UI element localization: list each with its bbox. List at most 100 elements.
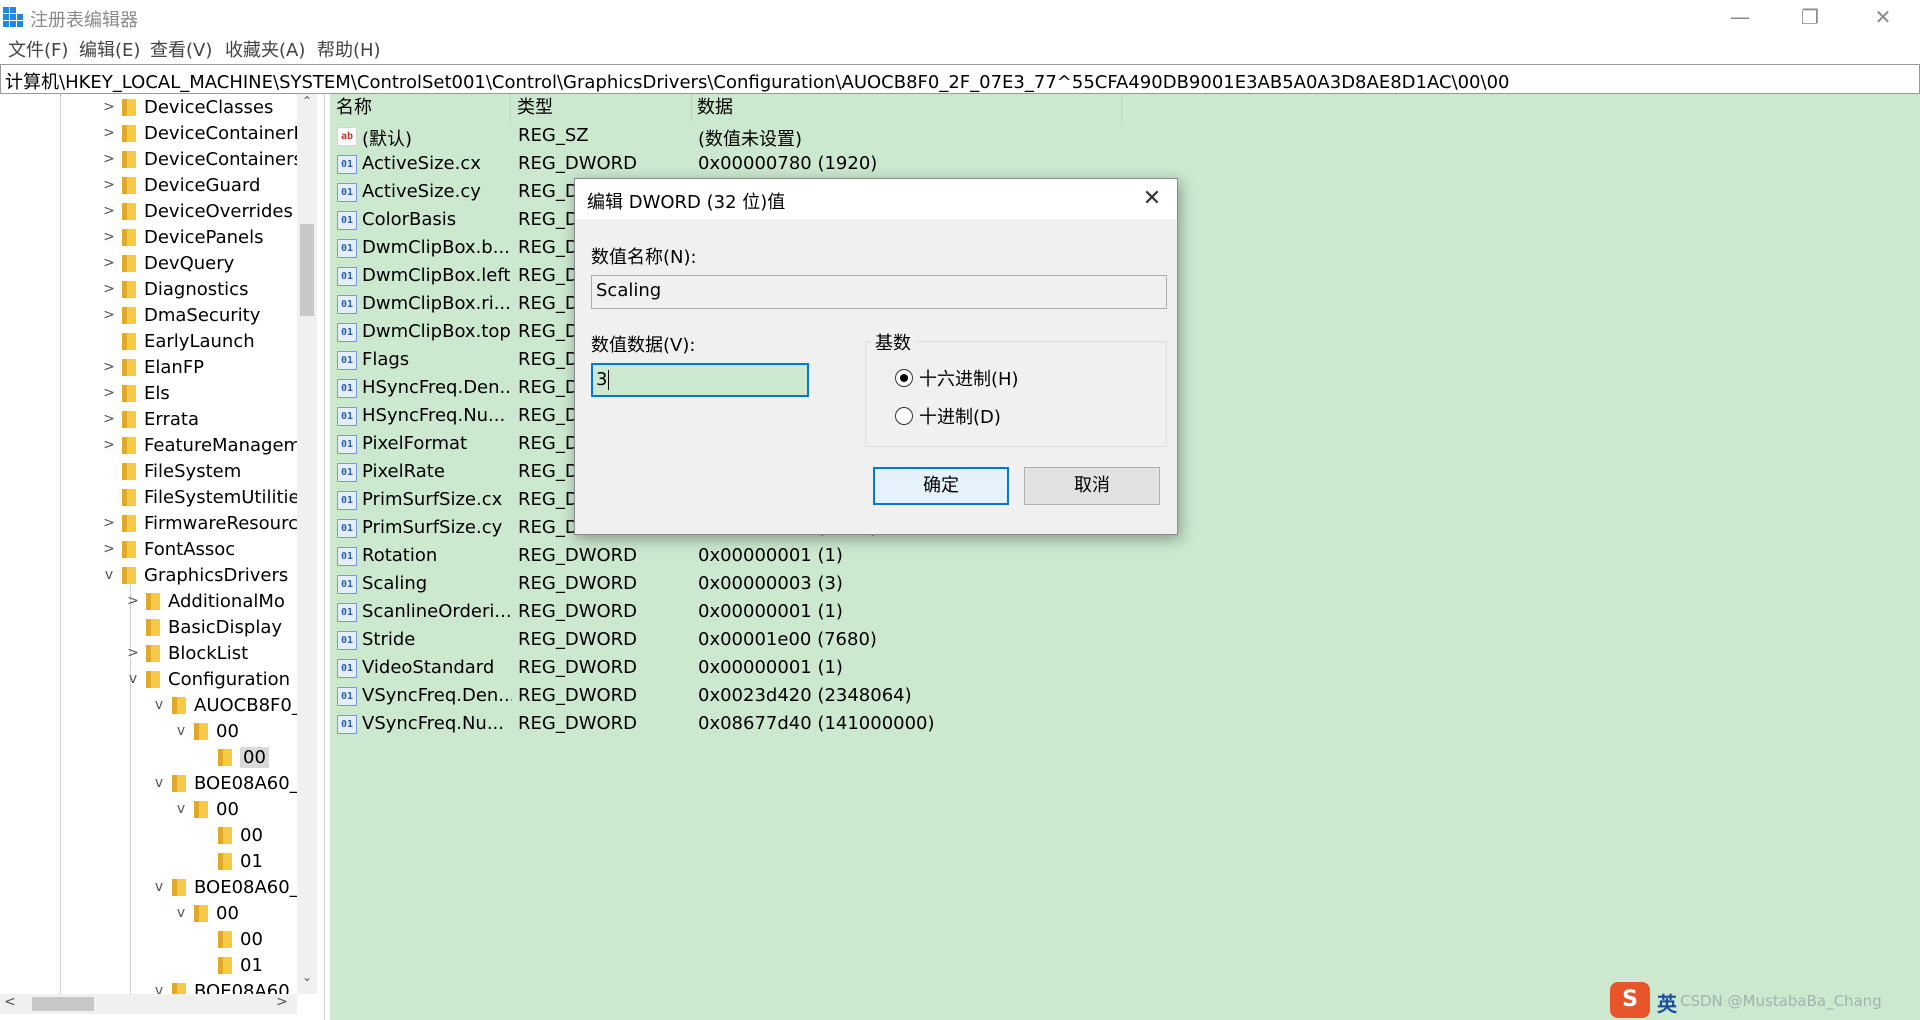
chevron-right-icon[interactable]: > xyxy=(100,99,118,115)
chevron-down-icon[interactable]: v xyxy=(150,879,168,895)
tree-vertical-scrollbar[interactable]: ⌃ ⌄ xyxy=(297,94,317,994)
value-row[interactable]: 01 ActiveSize.cx REG_DWORD 0x00000780 (1920… xyxy=(330,150,1920,178)
tree-item[interactable]: > FirmwareResourc xyxy=(100,510,298,536)
tree-item[interactable]: > DeviceClasses xyxy=(100,94,273,120)
value-row[interactable]: 01 VSyncFreq.Nu... REG_DWORD 0x08677d40 (14… xyxy=(330,710,1920,738)
ime-language-indicator[interactable]: 英 xyxy=(1657,988,1677,1017)
chevron-right-icon[interactable]: > xyxy=(100,515,118,531)
scroll-right-icon[interactable]: > xyxy=(272,994,292,1014)
chevron-right-icon[interactable]: > xyxy=(100,437,118,453)
tree-item[interactable]: > AdditionalMo xyxy=(124,588,285,614)
tree-item[interactable]: BasicDisplay xyxy=(124,614,282,640)
value-row[interactable]: ab (默认) REG_SZ (数值未设置) xyxy=(330,122,1920,150)
tree-item[interactable]: 00 xyxy=(196,822,263,848)
tree-item[interactable]: v 00 xyxy=(172,900,239,926)
menu-bar: 文件(F) 编辑(E) 查看(V) 收藏夹(A) 帮助(H) xyxy=(0,36,1920,64)
tree-item[interactable]: v BOE08A60_ xyxy=(150,770,299,796)
minimize-button[interactable]: — xyxy=(1705,0,1775,34)
chevron-right-icon[interactable]: > xyxy=(124,645,142,661)
tree-horizontal-scrollbar[interactable]: < > xyxy=(0,994,297,1014)
tree-item[interactable]: FileSystem xyxy=(100,458,241,484)
tree-item[interactable]: v BOE08A60_ xyxy=(150,874,299,900)
chevron-right-icon[interactable]: > xyxy=(100,281,118,297)
tree-item[interactable]: > DeviceContainers xyxy=(100,146,303,172)
tree-item[interactable]: > FontAssoc xyxy=(100,536,235,562)
close-window-button[interactable]: ✕ xyxy=(1848,0,1918,34)
tree-item[interactable]: > DeviceOverrides xyxy=(100,198,293,224)
tree-item[interactable]: v 00 xyxy=(172,718,239,744)
chevron-right-icon[interactable]: > xyxy=(100,229,118,245)
tree-item[interactable]: > FeatureManagem xyxy=(100,432,301,458)
tree-item[interactable]: 00 xyxy=(196,744,269,770)
menu-edit[interactable]: 编辑(E) xyxy=(79,36,140,62)
value-data-input[interactable]: 3 xyxy=(591,363,809,397)
value-row[interactable]: 01 Rotation REG_DWORD 0x00000001 (1) xyxy=(330,542,1920,570)
cancel-button[interactable]: 取消 xyxy=(1024,467,1160,505)
tree-item[interactable]: > DevicePanels xyxy=(100,224,263,250)
chevron-down-icon[interactable]: v xyxy=(150,775,168,791)
value-row[interactable]: 01 ScanlineOrderi... REG_DWORD 0x00000001 (… xyxy=(330,598,1920,626)
chevron-down-icon[interactable]: v xyxy=(100,567,118,583)
column-header-name[interactable]: 名称 xyxy=(330,94,511,122)
dword-value-icon: 01 xyxy=(337,183,357,202)
tree-item[interactable]: > BlockList xyxy=(124,640,248,666)
tree-item[interactable]: v AUOCB8F0_ xyxy=(150,692,301,718)
chevron-right-icon[interactable]: > xyxy=(100,411,118,427)
chevron-right-icon[interactable]: > xyxy=(100,385,118,401)
sogou-ime-icon[interactable]: S xyxy=(1610,982,1650,1018)
menu-file[interactable]: 文件(F) xyxy=(8,36,68,62)
tree-item[interactable]: v Configuration xyxy=(124,666,290,692)
tree-item[interactable]: v 00 xyxy=(172,796,239,822)
value-row[interactable]: 01 VideoStandard REG_DWORD 0x00000001 (1) xyxy=(330,654,1920,682)
scroll-down-icon[interactable]: ⌄ xyxy=(297,970,317,992)
chevron-down-icon[interactable]: v xyxy=(124,671,142,687)
ok-button[interactable]: 确定 xyxy=(873,467,1009,505)
tree-item[interactable]: > DeviceContainerF xyxy=(100,120,304,146)
hscroll-thumb[interactable] xyxy=(32,997,94,1011)
maximize-button[interactable]: ❐ xyxy=(1775,0,1845,34)
address-path[interactable]: 计算机\HKEY_LOCAL_MACHINE\SYSTEM\ControlSet… xyxy=(5,68,1509,94)
menu-help[interactable]: 帮助(H) xyxy=(317,36,381,62)
chevron-right-icon[interactable]: > xyxy=(100,151,118,167)
tree-item[interactable]: 01 xyxy=(196,848,263,874)
chevron-down-icon[interactable]: v xyxy=(150,697,168,713)
tree-item[interactable]: v GraphicsDrivers xyxy=(100,562,288,588)
dialog-close-button[interactable]: ✕ xyxy=(1137,185,1167,213)
chevron-right-icon[interactable]: > xyxy=(100,125,118,141)
chevron-right-icon[interactable]: > xyxy=(100,541,118,557)
chevron-right-icon[interactable]: > xyxy=(100,307,118,323)
chevron-right-icon[interactable]: > xyxy=(100,203,118,219)
value-row[interactable]: 01 Stride REG_DWORD 0x00001e00 (7680) xyxy=(330,626,1920,654)
chevron-right-icon[interactable]: > xyxy=(100,255,118,271)
tree-item[interactable]: > DevQuery xyxy=(100,250,234,276)
chevron-down-icon[interactable]: v xyxy=(172,801,190,817)
radio-decimal[interactable]: 十进制(D) xyxy=(895,403,1001,429)
scroll-thumb[interactable] xyxy=(300,224,314,316)
scroll-up-icon[interactable]: ⌃ xyxy=(297,94,317,116)
column-header-type[interactable]: 类型 xyxy=(511,94,692,122)
chevron-down-icon[interactable]: v xyxy=(172,723,190,739)
tree-item[interactable]: > ElanFP xyxy=(100,354,204,380)
tree-item[interactable]: EarlyLaunch xyxy=(100,328,255,354)
scroll-left-icon[interactable]: < xyxy=(0,994,20,1014)
chevron-right-icon[interactable]: > xyxy=(124,593,142,609)
chevron-right-icon[interactable]: > xyxy=(100,177,118,193)
menu-favorites[interactable]: 收藏夹(A) xyxy=(225,36,305,62)
column-header-data[interactable]: 数据 xyxy=(691,94,1122,122)
tree-item[interactable]: 01 xyxy=(196,952,263,978)
tree-item[interactable]: > DeviceGuard xyxy=(100,172,260,198)
menu-view[interactable]: 查看(V) xyxy=(150,36,212,62)
value-row[interactable]: 01 Scaling REG_DWORD 0x00000003 (3) xyxy=(330,570,1920,598)
radio-hexadecimal[interactable]: 十六进制(H) xyxy=(895,365,1019,391)
chevron-down-icon[interactable]: v xyxy=(172,905,190,921)
chevron-right-icon[interactable]: > xyxy=(100,359,118,375)
tree-item[interactable]: > Diagnostics xyxy=(100,276,248,302)
tree-item[interactable]: 00 xyxy=(196,926,263,952)
tree-item[interactable]: > DmaSecurity xyxy=(100,302,260,328)
value-row[interactable]: 01 VSyncFreq.Den... REG_DWORD 0x0023d420 (2… xyxy=(330,682,1920,710)
registry-tree[interactable]: > DeviceClasses > DeviceContainerF > DeviceCo… xyxy=(0,94,325,1020)
tree-item[interactable]: > Errata xyxy=(100,406,199,432)
address-bar[interactable]: 计算机\HKEY_LOCAL_MACHINE\SYSTEM\ControlSet… xyxy=(0,64,1920,94)
tree-item[interactable]: FileSystemUtilitie xyxy=(100,484,300,510)
tree-item[interactable]: > Els xyxy=(100,380,170,406)
